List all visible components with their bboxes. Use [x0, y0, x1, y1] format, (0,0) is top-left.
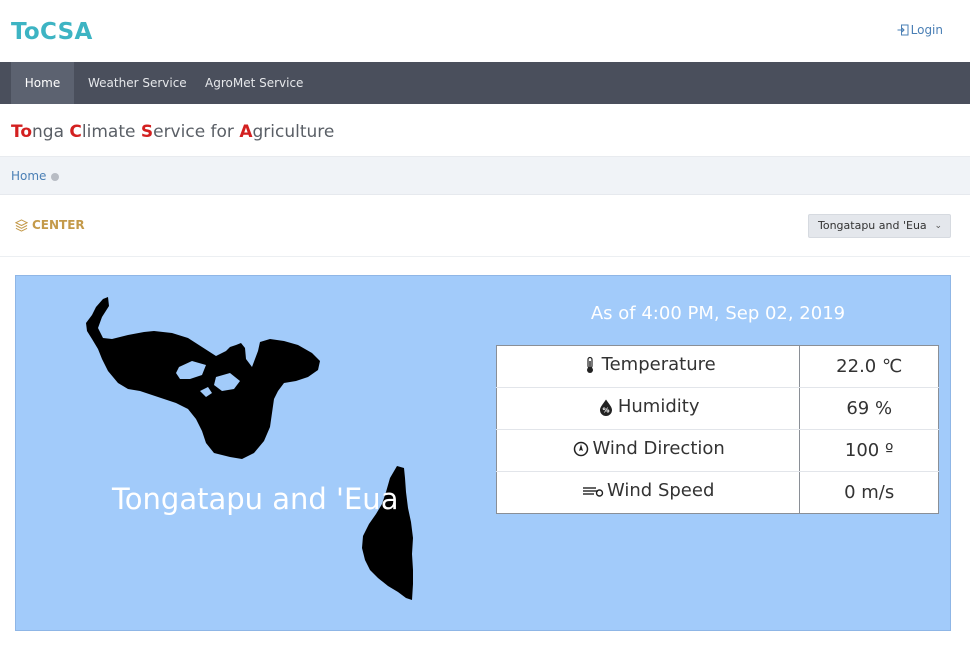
region-select[interactable]: Tongatapu and 'Eua ⌄	[808, 214, 951, 238]
metric-cell: Wind Direction	[496, 429, 801, 472]
login-label: Login	[910, 23, 943, 37]
breadcrumb: Home	[0, 157, 970, 195]
thermometer-icon	[586, 356, 593, 373]
subtitle-word: griculture	[252, 122, 335, 142]
metric-value: 100 º	[799, 429, 939, 472]
center-label: CENTER	[15, 218, 85, 232]
table-row: Wind Speed 0 m/s	[496, 471, 939, 514]
subtitle-cap: S	[140, 122, 154, 142]
center-bar: CENTER Tongatapu and 'Eua ⌄	[0, 195, 970, 257]
layers-icon	[15, 218, 28, 232]
subtitle-word: limate	[81, 122, 141, 142]
subtitle-bar: Tonga Climate Service for Agriculture	[0, 104, 970, 157]
map-region-label: Tongatapu and 'Eua	[112, 482, 399, 516]
main-navbar: Home Weather Service AgroMet Service	[0, 62, 970, 104]
metric-value: 22.0 ℃	[799, 345, 939, 388]
breadcrumb-home[interactable]: Home	[11, 169, 46, 183]
table-row: % Humidity 69 %	[496, 387, 939, 430]
metric-cell: Temperature	[496, 345, 801, 388]
wind-icon	[582, 487, 604, 497]
table-row: Temperature 22.0 ℃	[496, 345, 939, 388]
metric-label: Temperature	[601, 354, 716, 376]
chevron-down-icon: ⌄	[934, 221, 942, 231]
page-subtitle: Tonga Climate Service for Agriculture	[11, 122, 334, 142]
map-panel[interactable]: Tongatapu and 'Eua As of 4:00 PM, Sep 02…	[15, 275, 951, 631]
subtitle-word: nga	[32, 122, 70, 142]
metric-label: Wind Speed	[606, 480, 715, 502]
top-bar: ToCSA Login	[0, 0, 970, 62]
metric-label: Humidity	[617, 396, 700, 418]
metric-value: 69 %	[799, 387, 939, 430]
center-label-text: CENTER	[32, 218, 85, 232]
weather-table: Temperature 22.0 ℃ % Humidity 69 % Wind …	[496, 345, 939, 514]
svg-text:%: %	[602, 406, 609, 414]
nav-agromet-service[interactable]: AgroMet Service	[205, 62, 303, 104]
login-icon	[897, 24, 909, 36]
humidity-icon: %	[599, 399, 612, 416]
subtitle-cap: A	[239, 122, 253, 142]
metric-cell: % Humidity	[496, 387, 801, 430]
region-select-value: Tongatapu and 'Eua	[818, 219, 927, 232]
metric-cell: Wind Speed	[496, 471, 801, 514]
subtitle-word: ervice for	[153, 122, 240, 142]
breadcrumb-dot-icon	[51, 173, 59, 181]
tongatapu-island-shape	[86, 297, 320, 459]
login-link[interactable]: Login	[897, 23, 943, 37]
nav-weather-service[interactable]: Weather Service	[88, 62, 187, 104]
metric-value: 0 m/s	[844, 482, 895, 503]
subtitle-cap: To	[11, 122, 33, 142]
nav-home[interactable]: Home	[11, 62, 74, 104]
brand-logo[interactable]: ToCSA	[11, 19, 93, 45]
table-row: Wind Direction 100 º	[496, 429, 939, 472]
subtitle-cap: C	[69, 122, 82, 142]
compass-icon	[573, 441, 588, 456]
as-of-timestamp: As of 4:00 PM, Sep 02, 2019	[590, 303, 846, 324]
metric-label: Wind Direction	[592, 438, 725, 460]
